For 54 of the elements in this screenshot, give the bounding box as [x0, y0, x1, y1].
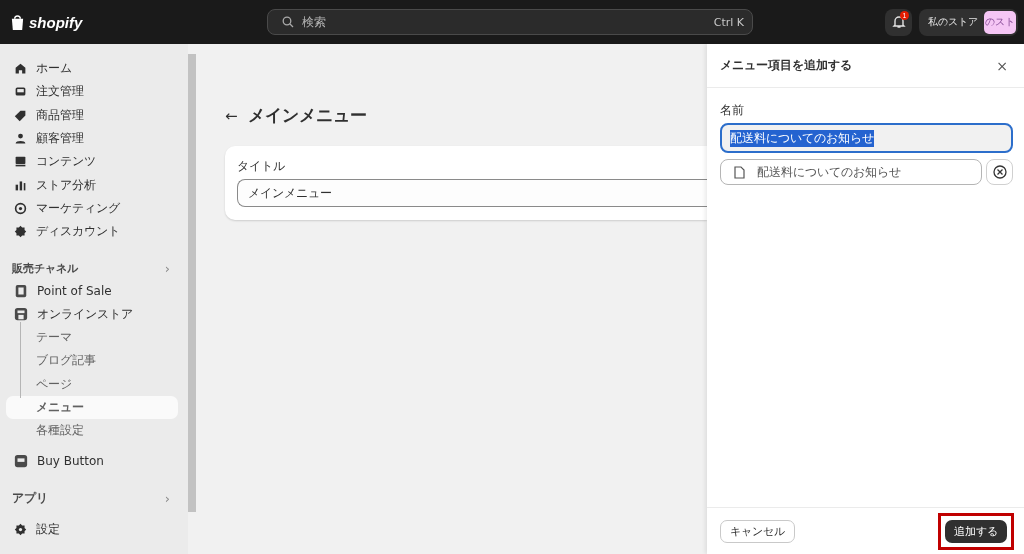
search-icon [282, 16, 294, 28]
page-icon [734, 165, 745, 179]
nav-item[interactable]: オンラインストア [6, 302, 178, 326]
store-button[interactable]: 私のストア のスト [919, 8, 1018, 36]
shortcut-hint: Ctrl K [713, 15, 744, 29]
nav-item[interactable]: 注文管理 [6, 80, 178, 104]
panel-title: メニュー項目を追加する [720, 57, 852, 74]
field-label: タイトル [237, 158, 286, 175]
nav-item[interactable]: 設定 [6, 517, 178, 542]
nav-icon [14, 225, 27, 239]
nav-item[interactable]: マーケティング [6, 196, 178, 221]
nav-icon [14, 132, 27, 146]
back-arrow-icon[interactable]: ← [225, 106, 238, 125]
channel-icon [14, 454, 28, 469]
nav-item[interactable]: ストア分析 [6, 173, 178, 197]
cancel-button[interactable]: キャンセル [720, 519, 795, 543]
nav-item[interactable]: 商品管理 [6, 103, 178, 127]
channel-icon [14, 307, 28, 322]
clear-icon [992, 165, 1007, 179]
nav-item[interactable]: ホーム [6, 57, 178, 81]
bell-icon [891, 15, 906, 29]
sub-nav-item[interactable]: ブログ記事 [6, 349, 178, 373]
sub-nav-item[interactable]: メニュー [6, 395, 178, 420]
nav-icon [14, 201, 27, 215]
channel-icon [14, 284, 28, 298]
nav-icon [14, 178, 27, 192]
add-button[interactable]: 追加する [945, 519, 1007, 543]
link-field[interactable]: 配送料についてのお知らせ [720, 159, 982, 185]
nav-icon [14, 108, 27, 122]
store-avatar: のスト [984, 10, 1016, 34]
scrollbar[interactable] [188, 54, 196, 512]
sub-nav-item[interactable]: ページ [6, 372, 178, 396]
nav-item[interactable]: コンテンツ [6, 150, 178, 174]
nav-icon [14, 155, 27, 169]
nav-item[interactable]: ディスカウント [6, 220, 178, 244]
gear-icon [14, 522, 27, 536]
page-title: メインメニュー [247, 104, 367, 127]
close-icon[interactable]: × [996, 57, 1008, 74]
nav-item[interactable]: Point of Sale [6, 279, 178, 303]
sub-nav-item[interactable]: テーマ [6, 325, 178, 350]
logo-text[interactable]: shopify [29, 13, 83, 31]
nav-item[interactable]: 顧客管理 [6, 126, 178, 151]
search-field[interactable]: 検索 Ctrl K [267, 9, 753, 35]
nav-item[interactable]: Buy Button [6, 449, 178, 473]
clear-button[interactable] [986, 159, 1013, 185]
section-heading: アプリ [12, 490, 48, 508]
nav-icon [14, 62, 27, 76]
sub-nav-item[interactable]: 各種設定 [6, 419, 178, 443]
field-label: 名前 [720, 102, 745, 119]
shopping-bag-icon [10, 13, 25, 31]
section-heading: 販売チャネル [12, 260, 78, 276]
nav-icon [14, 85, 27, 99]
title-field[interactable]: メインメニュー [237, 179, 707, 207]
name-field[interactable]: 配送料についてのお知らせ [720, 123, 1013, 153]
